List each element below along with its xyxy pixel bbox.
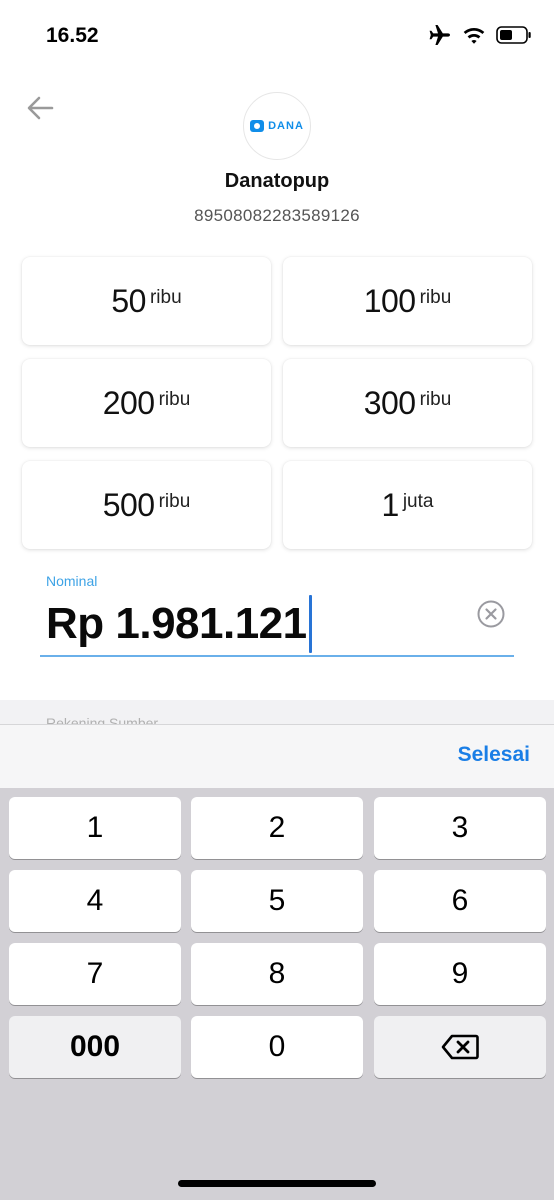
amount-option-500-ribu[interactable]: 500 ribu bbox=[22, 461, 271, 549]
dana-logo-icon bbox=[250, 120, 265, 132]
nominal-underline bbox=[40, 655, 514, 657]
amount-options-grid: 50 ribu 100 ribu 200 ribu 300 ribu 500 r… bbox=[22, 257, 532, 549]
nominal-input-value: Rp 1.981.121 bbox=[46, 599, 307, 648]
amount-option-100-ribu[interactable]: 100 ribu bbox=[283, 257, 532, 345]
account-number: 89508082283589126 bbox=[194, 206, 360, 225]
status-icons bbox=[428, 24, 532, 46]
merchant-name: Danatopup bbox=[224, 170, 330, 192]
done-button[interactable]: Selesai bbox=[458, 743, 530, 767]
home-indicator bbox=[178, 1180, 376, 1187]
clear-input-icon[interactable] bbox=[476, 599, 506, 629]
amount-unit: ribu bbox=[419, 287, 452, 308]
nominal-input[interactable]: Rp 1.981.121 bbox=[46, 595, 312, 653]
amount-unit: ribu bbox=[149, 287, 182, 308]
text-caret bbox=[308, 595, 312, 653]
battery-icon bbox=[496, 26, 531, 44]
amount-value: 100 bbox=[363, 282, 416, 319]
key-1[interactable]: 1 bbox=[9, 797, 181, 859]
key-3[interactable]: 3 bbox=[374, 797, 546, 859]
key-9[interactable]: 9 bbox=[374, 943, 546, 1005]
key-0[interactable]: 0 bbox=[191, 1016, 363, 1078]
amount-option-300-ribu[interactable]: 300 ribu bbox=[283, 359, 532, 447]
number-keypad: 1 2 3 4 5 6 7 8 9 000 0 bbox=[0, 788, 554, 1200]
key-6[interactable]: 6 bbox=[374, 870, 546, 932]
key-4[interactable]: 4 bbox=[9, 870, 181, 932]
amount-value: 500 bbox=[102, 486, 155, 523]
amount-option-200-ribu[interactable]: 200 ribu bbox=[22, 359, 271, 447]
merchant-logo: DANA bbox=[243, 92, 311, 160]
airplane-icon bbox=[429, 25, 450, 45]
back-arrow-icon[interactable] bbox=[24, 92, 56, 124]
keyboard-accessory-bar: Selesai bbox=[0, 724, 554, 788]
amount-value: 200 bbox=[102, 384, 155, 421]
key-5[interactable]: 5 bbox=[191, 870, 363, 932]
amount-unit: ribu bbox=[158, 389, 191, 410]
amount-unit: ribu bbox=[419, 389, 452, 410]
status-bar: 16.52 bbox=[0, 0, 554, 72]
amount-value: 50 bbox=[111, 282, 146, 319]
logo-text: DANA bbox=[268, 120, 304, 132]
source-account-section: Rekening Sumber bbox=[0, 700, 554, 726]
amount-option-50-ribu[interactable]: 50 ribu bbox=[22, 257, 271, 345]
backspace-key[interactable] bbox=[374, 1016, 546, 1078]
key-8[interactable]: 8 bbox=[191, 943, 363, 1005]
backspace-icon bbox=[441, 1034, 479, 1060]
amount-option-1-juta[interactable]: 1 juta bbox=[283, 461, 532, 549]
key-000[interactable]: 000 bbox=[9, 1016, 181, 1078]
amount-unit: ribu bbox=[158, 491, 191, 512]
amount-value: 300 bbox=[363, 384, 416, 421]
wifi-icon bbox=[463, 28, 485, 44]
amount-unit: juta bbox=[402, 491, 434, 512]
key-2[interactable]: 2 bbox=[191, 797, 363, 859]
nominal-label: Nominal bbox=[46, 573, 98, 589]
status-time: 16.52 bbox=[46, 24, 99, 47]
amount-value: 1 bbox=[381, 486, 400, 523]
key-7[interactable]: 7 bbox=[9, 943, 181, 1005]
